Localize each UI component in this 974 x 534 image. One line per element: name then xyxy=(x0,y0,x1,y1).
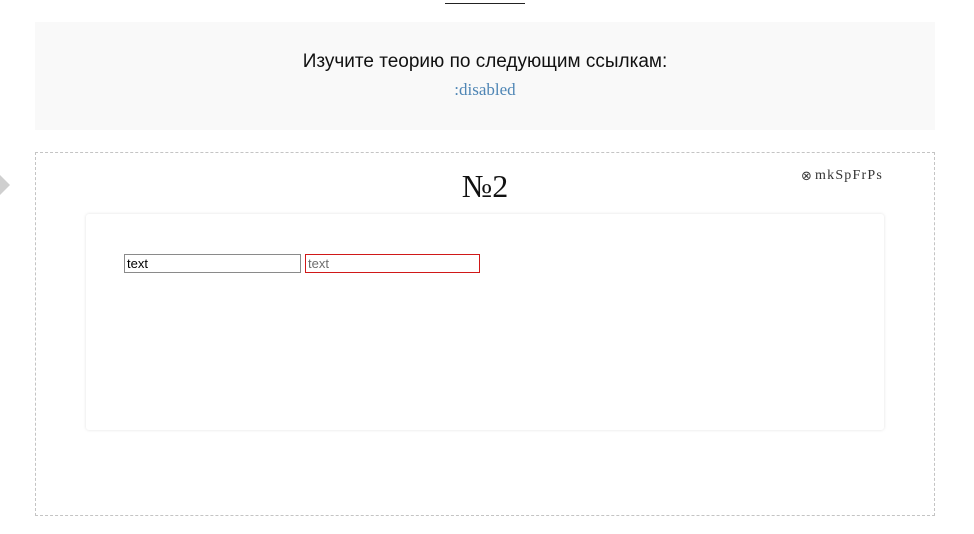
task-code-label: mkSpFrPs xyxy=(815,168,883,183)
text-input-disabled xyxy=(305,254,480,273)
theory-panel: Изучите теорию по следующим ссылкам: :di… xyxy=(35,22,935,130)
task-number: №2 xyxy=(461,168,509,204)
theory-heading: Изучите теорию по следующим ссылкам: xyxy=(302,51,668,72)
circled-times-icon: ⊗ xyxy=(800,168,814,184)
demo-frame xyxy=(86,214,884,430)
task-code: ⊗ mkSpFrPs xyxy=(801,168,883,184)
top-underline xyxy=(445,0,525,4)
text-input-enabled[interactable] xyxy=(124,254,301,273)
theory-link-disabled[interactable]: :disabled xyxy=(35,80,935,100)
side-arrow-icon[interactable] xyxy=(0,175,10,195)
task-box: №2 ⊗ mkSpFrPs xyxy=(35,152,935,516)
